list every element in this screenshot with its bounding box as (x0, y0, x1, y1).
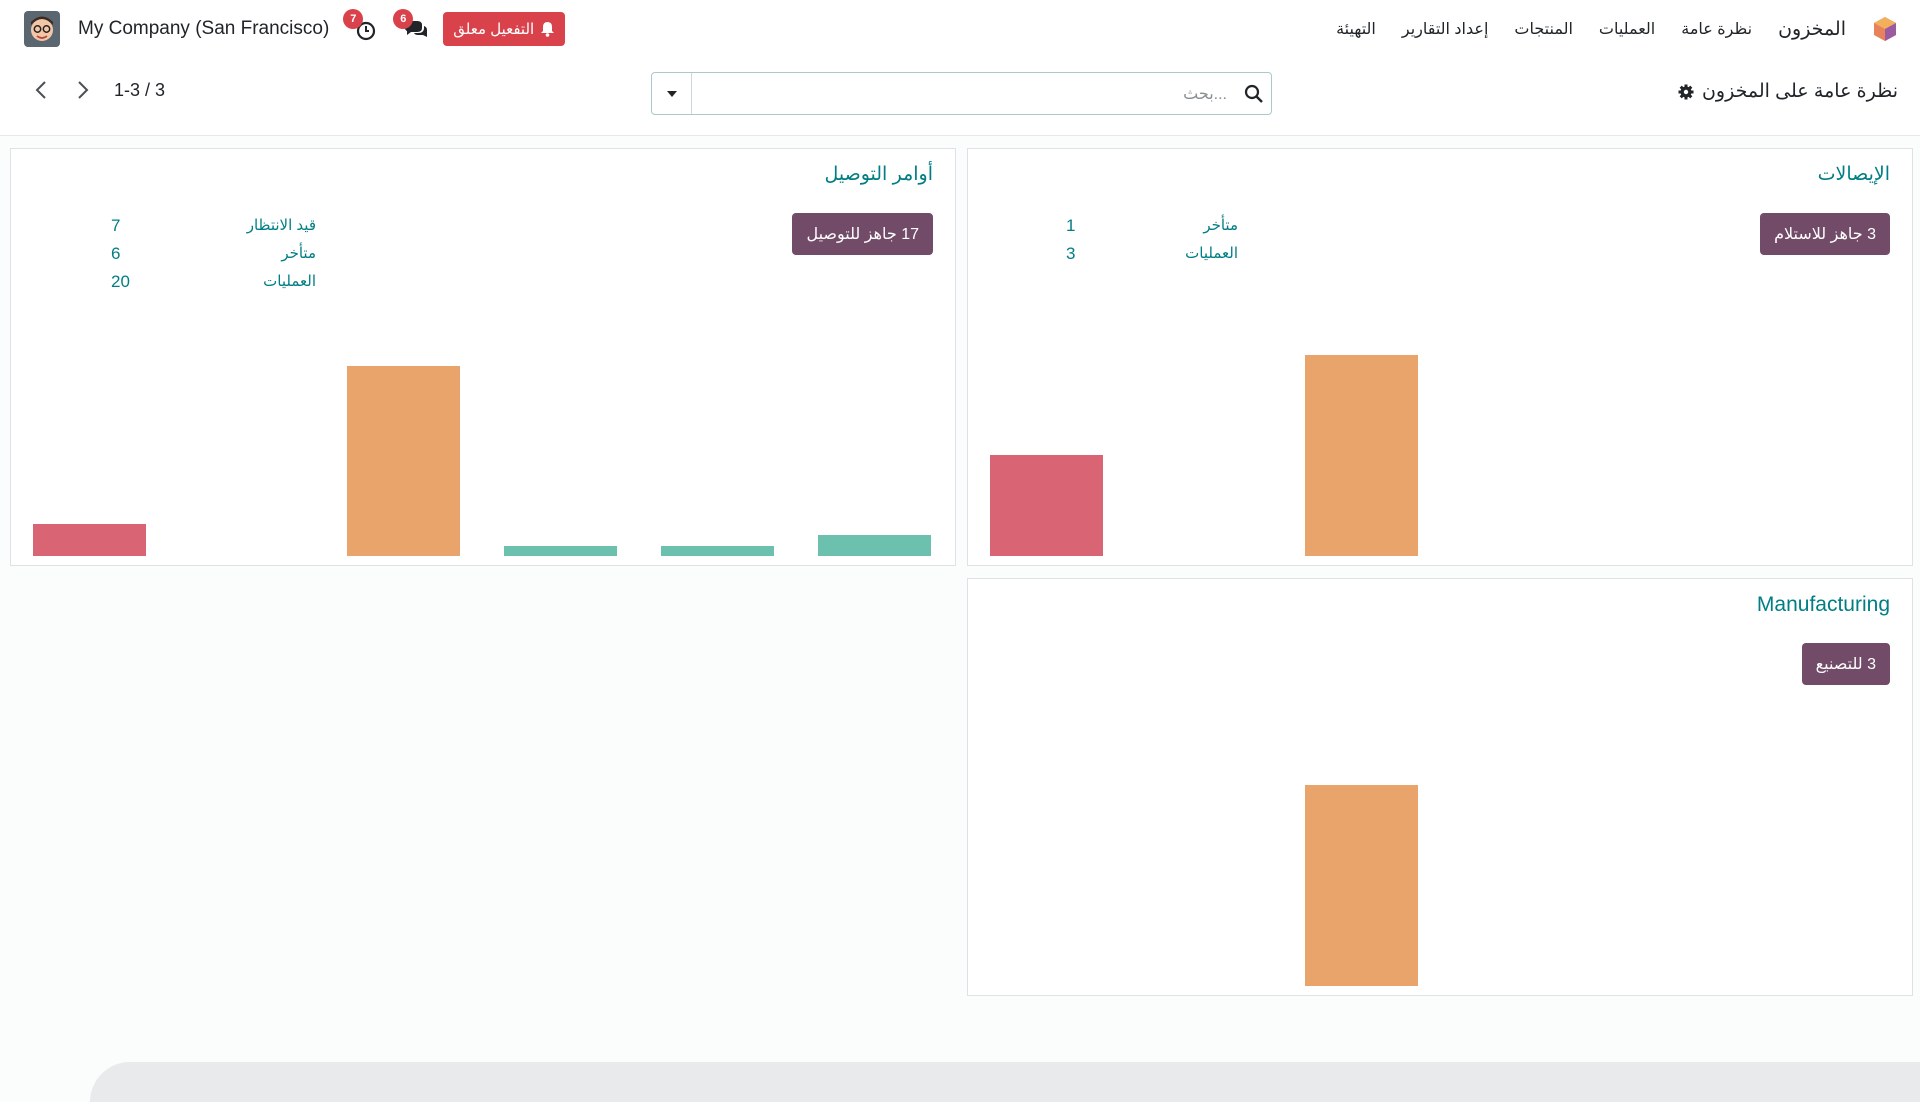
graph-bar[interactable] (818, 535, 931, 556)
main-menu: المخزون نظرة عامة العمليات المنتجات إعدا… (1336, 0, 1898, 58)
chevron-left-icon (35, 81, 46, 99)
gear-icon[interactable] (1678, 84, 1694, 100)
avatar-face-icon (24, 11, 60, 47)
stat-value: 1 (1066, 216, 1076, 235)
receipts-ready-button[interactable]: 3 جاهز للاستلام (1760, 213, 1890, 255)
messaging-menu[interactable]: 6 (393, 9, 429, 43)
search-input[interactable]: بحث... (692, 73, 1237, 114)
page-title: نظرة عامة على المخزون (1701, 81, 1898, 102)
receipts-card: الإيصالات 3 جاهز للاستلام متأخر 1 العملي… (967, 148, 1913, 566)
search-icon (1244, 84, 1263, 103)
pager-value[interactable]: 1-3 / 3 (114, 80, 165, 101)
pager: 1-3 / 3 (30, 78, 165, 102)
stat-value: 7 (111, 216, 121, 235)
graph-bar[interactable] (990, 455, 1103, 556)
stat-row-late[interactable]: متأخر 6 (111, 244, 316, 272)
menu-overview[interactable]: نظرة عامة (1681, 19, 1752, 39)
stat-value: 6 (111, 244, 121, 263)
breadcrumb: نظرة عامة على المخزون (1678, 80, 1898, 103)
search-bar: بحث... (651, 72, 1272, 115)
menu-reporting[interactable]: إعداد التقارير (1402, 19, 1489, 39)
control-panel: 1-3 / 3 بحث... نظرة عامة على المخزون (0, 58, 1920, 136)
chevron-right-icon (78, 81, 89, 99)
stat-label: قيد الانتظار (246, 217, 316, 234)
graph-bar[interactable] (1305, 355, 1418, 556)
delivery-ready-button[interactable]: 17 جاهز للتوصيل (792, 213, 933, 255)
top-navbar: المخزون نظرة عامة العمليات المنتجات إعدا… (0, 0, 1920, 58)
inventory-app-icon[interactable] (1872, 16, 1898, 42)
graph-bar[interactable] (504, 546, 617, 556)
stat-label: متأخر (281, 245, 316, 262)
activity-menu[interactable]: 7 (343, 9, 379, 43)
graph-bar[interactable] (33, 524, 146, 556)
pager-previous-button[interactable] (30, 78, 52, 102)
menu-operations[interactable]: العمليات (1599, 19, 1655, 39)
receipts-title[interactable]: الإيصالات (1818, 163, 1890, 186)
delivery-stats: قيد الانتظار 7 متأخر 6 العمليات 20 (111, 216, 316, 300)
user-avatar[interactable] (24, 11, 60, 47)
manufacturing-title[interactable]: Manufacturing (1757, 593, 1890, 617)
notification-label: التفعيل معلق (453, 21, 535, 38)
menu-products[interactable]: المنتجات (1514, 19, 1573, 39)
graph-bar[interactable] (347, 366, 460, 556)
stat-row-late[interactable]: متأخر 1 (1066, 216, 1238, 244)
stat-label: العمليات (263, 273, 316, 290)
manufacturing-card: Manufacturing 3 للتصنيع (967, 578, 1913, 996)
manufacturing-ready-button[interactable]: 3 للتصنيع (1801, 643, 1890, 685)
stat-value: 3 (1066, 244, 1076, 263)
stat-row-operations[interactable]: العمليات 20 (111, 272, 316, 300)
bottom-scroll-edge (90, 1062, 1920, 1102)
stat-row-operations[interactable]: العمليات 3 (1066, 244, 1238, 272)
notification-permission-button[interactable]: التفعيل معلق (443, 12, 566, 46)
search-button[interactable] (1237, 73, 1271, 114)
stat-label: متأخر (1203, 217, 1238, 234)
graph-bar[interactable] (661, 546, 774, 556)
stat-row-waiting[interactable]: قيد الانتظار 7 (111, 216, 316, 244)
caret-down-icon (666, 90, 677, 97)
stat-value: 20 (111, 272, 130, 291)
menu-configuration[interactable]: التهيئة (1336, 19, 1376, 39)
graph-bar[interactable] (1305, 785, 1418, 986)
app-name[interactable]: المخزون (1778, 18, 1846, 41)
delivery-card: أوامر التوصيل 17 جاهز للتوصيل قيد الانتظ… (10, 148, 956, 566)
delivery-title[interactable]: أوامر التوصيل (824, 163, 933, 186)
search-options-toggle[interactable] (652, 73, 692, 114)
pager-next-button[interactable] (72, 78, 94, 102)
bell-icon (541, 22, 555, 37)
company-switcher[interactable]: My Company (San Francisco) (78, 18, 329, 40)
systray: My Company (San Francisco) 7 6 التفعيل م… (24, 0, 566, 58)
receipts-stats: متأخر 1 العمليات 3 (1066, 216, 1238, 272)
stat-label: العمليات (1185, 245, 1238, 262)
